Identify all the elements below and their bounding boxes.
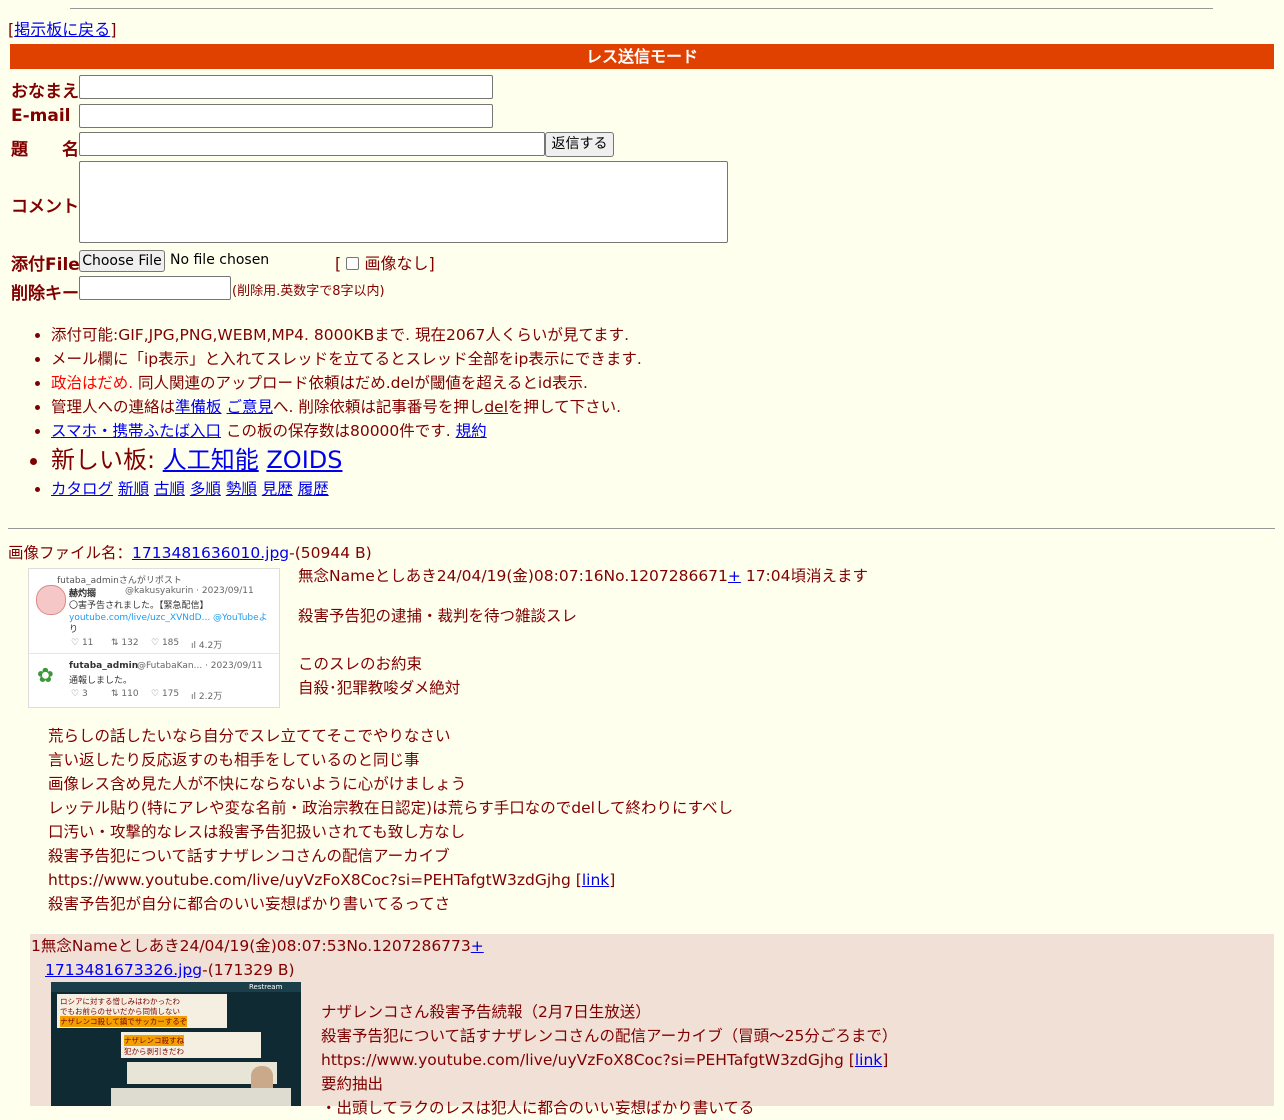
post-history-link[interactable]: 履歴 (298, 480, 329, 498)
feedback-link[interactable]: ご意見 (226, 398, 273, 416)
delete-key-input[interactable] (79, 276, 231, 300)
reply-plus-link[interactable]: + (471, 937, 484, 955)
note-item: 管理人への連絡は準備板 ご意見へ. 削除依頼は記事番号を押しdelを押して下さい… (51, 395, 642, 419)
sort-old-link[interactable]: 古順 (154, 480, 185, 498)
op-file-link[interactable]: 1713481636010.jpg (132, 544, 289, 562)
sort-momentum-link[interactable]: 勢順 (226, 480, 257, 498)
sort-new-link[interactable]: 新順 (118, 480, 149, 498)
note-item: 添付可能:GIF,JPG,PNG,WEBM,MP4. 8000KBまで. 現在2… (51, 323, 642, 347)
thread-divider (8, 528, 1275, 529)
sprout-icon: ✿ (37, 663, 54, 687)
reply-file-info: 1713481673326.jpg-(171329 B) (45, 961, 295, 979)
op-line: このスレのお約束 (298, 655, 423, 673)
op-line: 殺害予告犯の逮捕・裁判を待つ雑談スレ (298, 607, 578, 625)
op-header: 無念Nameとしあき24/04/19(金)08:07:16No.12072866… (298, 567, 869, 585)
reply-header: 1無念Nameとしあき24/04/19(金)08:07:53No.1207286… (31, 937, 484, 955)
sort-many-link[interactable]: 多順 (190, 480, 221, 498)
delete-key-hint: (削除用.英数字で8字以内) (232, 284, 385, 299)
reply-submit-button[interactable]: 返信する (545, 132, 614, 157)
email-label: E-mail (11, 106, 71, 126)
name-input[interactable] (79, 75, 493, 99)
avatar (36, 585, 66, 615)
reply-file-link[interactable]: 1713481673326.jpg (45, 961, 202, 979)
viewed-history-link[interactable]: 見歴 (262, 480, 293, 498)
reply-thumbnail[interactable]: Restream ロシアに対する憎しみはわかったわ でもお前らのせいだから同情し… (51, 982, 301, 1106)
op-file-info: 画像ファイル名：1713481636010.jpg-(50944 B) (8, 544, 372, 562)
name-label: おなまえ (11, 82, 79, 102)
delete-key-label: 削除キー (11, 284, 79, 304)
top-divider (70, 8, 1213, 9)
back-to-board-link[interactable]: 掲示板に戻る (14, 20, 110, 39)
comment-label: コメント (11, 197, 79, 217)
zoids-board-link[interactable]: ZOIDS (266, 446, 342, 474)
email-input[interactable] (79, 104, 493, 128)
reply-mode-banner: レス送信モード (10, 44, 1274, 69)
op-thumbnail[interactable]: futaba_adminさんがリポスト 赫灼搦 @kakusyakurin · … (28, 568, 280, 708)
back-nav: [掲示板に戻る] (8, 20, 117, 39)
note-item: スマホ・携帯ふたば入口 この板の保存数は80000件です. 規約 (51, 419, 642, 443)
op-youtube-link[interactable]: link (582, 871, 609, 889)
sort-links: カタログ 新順 古順 多順 勢順 見歴 履歴 (51, 477, 642, 501)
no-file-text: No file chosen (170, 252, 270, 268)
prep-board-link[interactable]: 準備板 (175, 398, 222, 416)
reply-body: ナザレンコさん殺害予告続報（2月7日生放送） 殺害予告犯について話すナザレンコさ… (321, 1003, 898, 1117)
note-item: 新しい板: 人工知能 ZOIDS (51, 443, 642, 477)
subject-label: 題 名 (11, 140, 79, 160)
note-item: メール欄に「ip表示」と入れてスレッドを立てるとスレッド全部をip表示にできます… (51, 347, 642, 371)
reply-youtube-link[interactable]: link (855, 1051, 882, 1069)
board-notes: 添付可能:GIF,JPG,PNG,WEBM,MP4. 8000KBまで. 現在2… (28, 323, 642, 501)
op-line: 自殺･犯罪教唆ダメ絶対 (298, 679, 461, 697)
reply-post: 1無念Nameとしあき24/04/19(金)08:07:53No.1207286… (30, 934, 1274, 1117)
comment-textarea[interactable] (79, 161, 728, 243)
ai-board-link[interactable]: 人工知能 (163, 446, 259, 474)
op-rules: 荒らしの話したいなら自分でスレ立ててそこでやりなさい 言い返したり反応返すのも相… (48, 727, 734, 913)
rules-link[interactable]: 規約 (456, 422, 487, 440)
mobile-entry-link[interactable]: スマホ・携帯ふたば入口 (51, 422, 221, 440)
file-label: 添付File (11, 255, 80, 275)
note-item: 政治はだめ. 同人関連のアップロード依頼はだめ.delが閾値を超えるとid表示. (51, 371, 642, 395)
catalog-link[interactable]: カタログ (51, 480, 113, 498)
no-image-option: [ 画像なし] (335, 254, 435, 273)
no-image-checkbox[interactable] (346, 257, 360, 270)
subject-input[interactable] (79, 132, 545, 156)
choose-file-button[interactable]: Choose File (79, 250, 165, 272)
op-plus-link[interactable]: + (728, 567, 741, 585)
